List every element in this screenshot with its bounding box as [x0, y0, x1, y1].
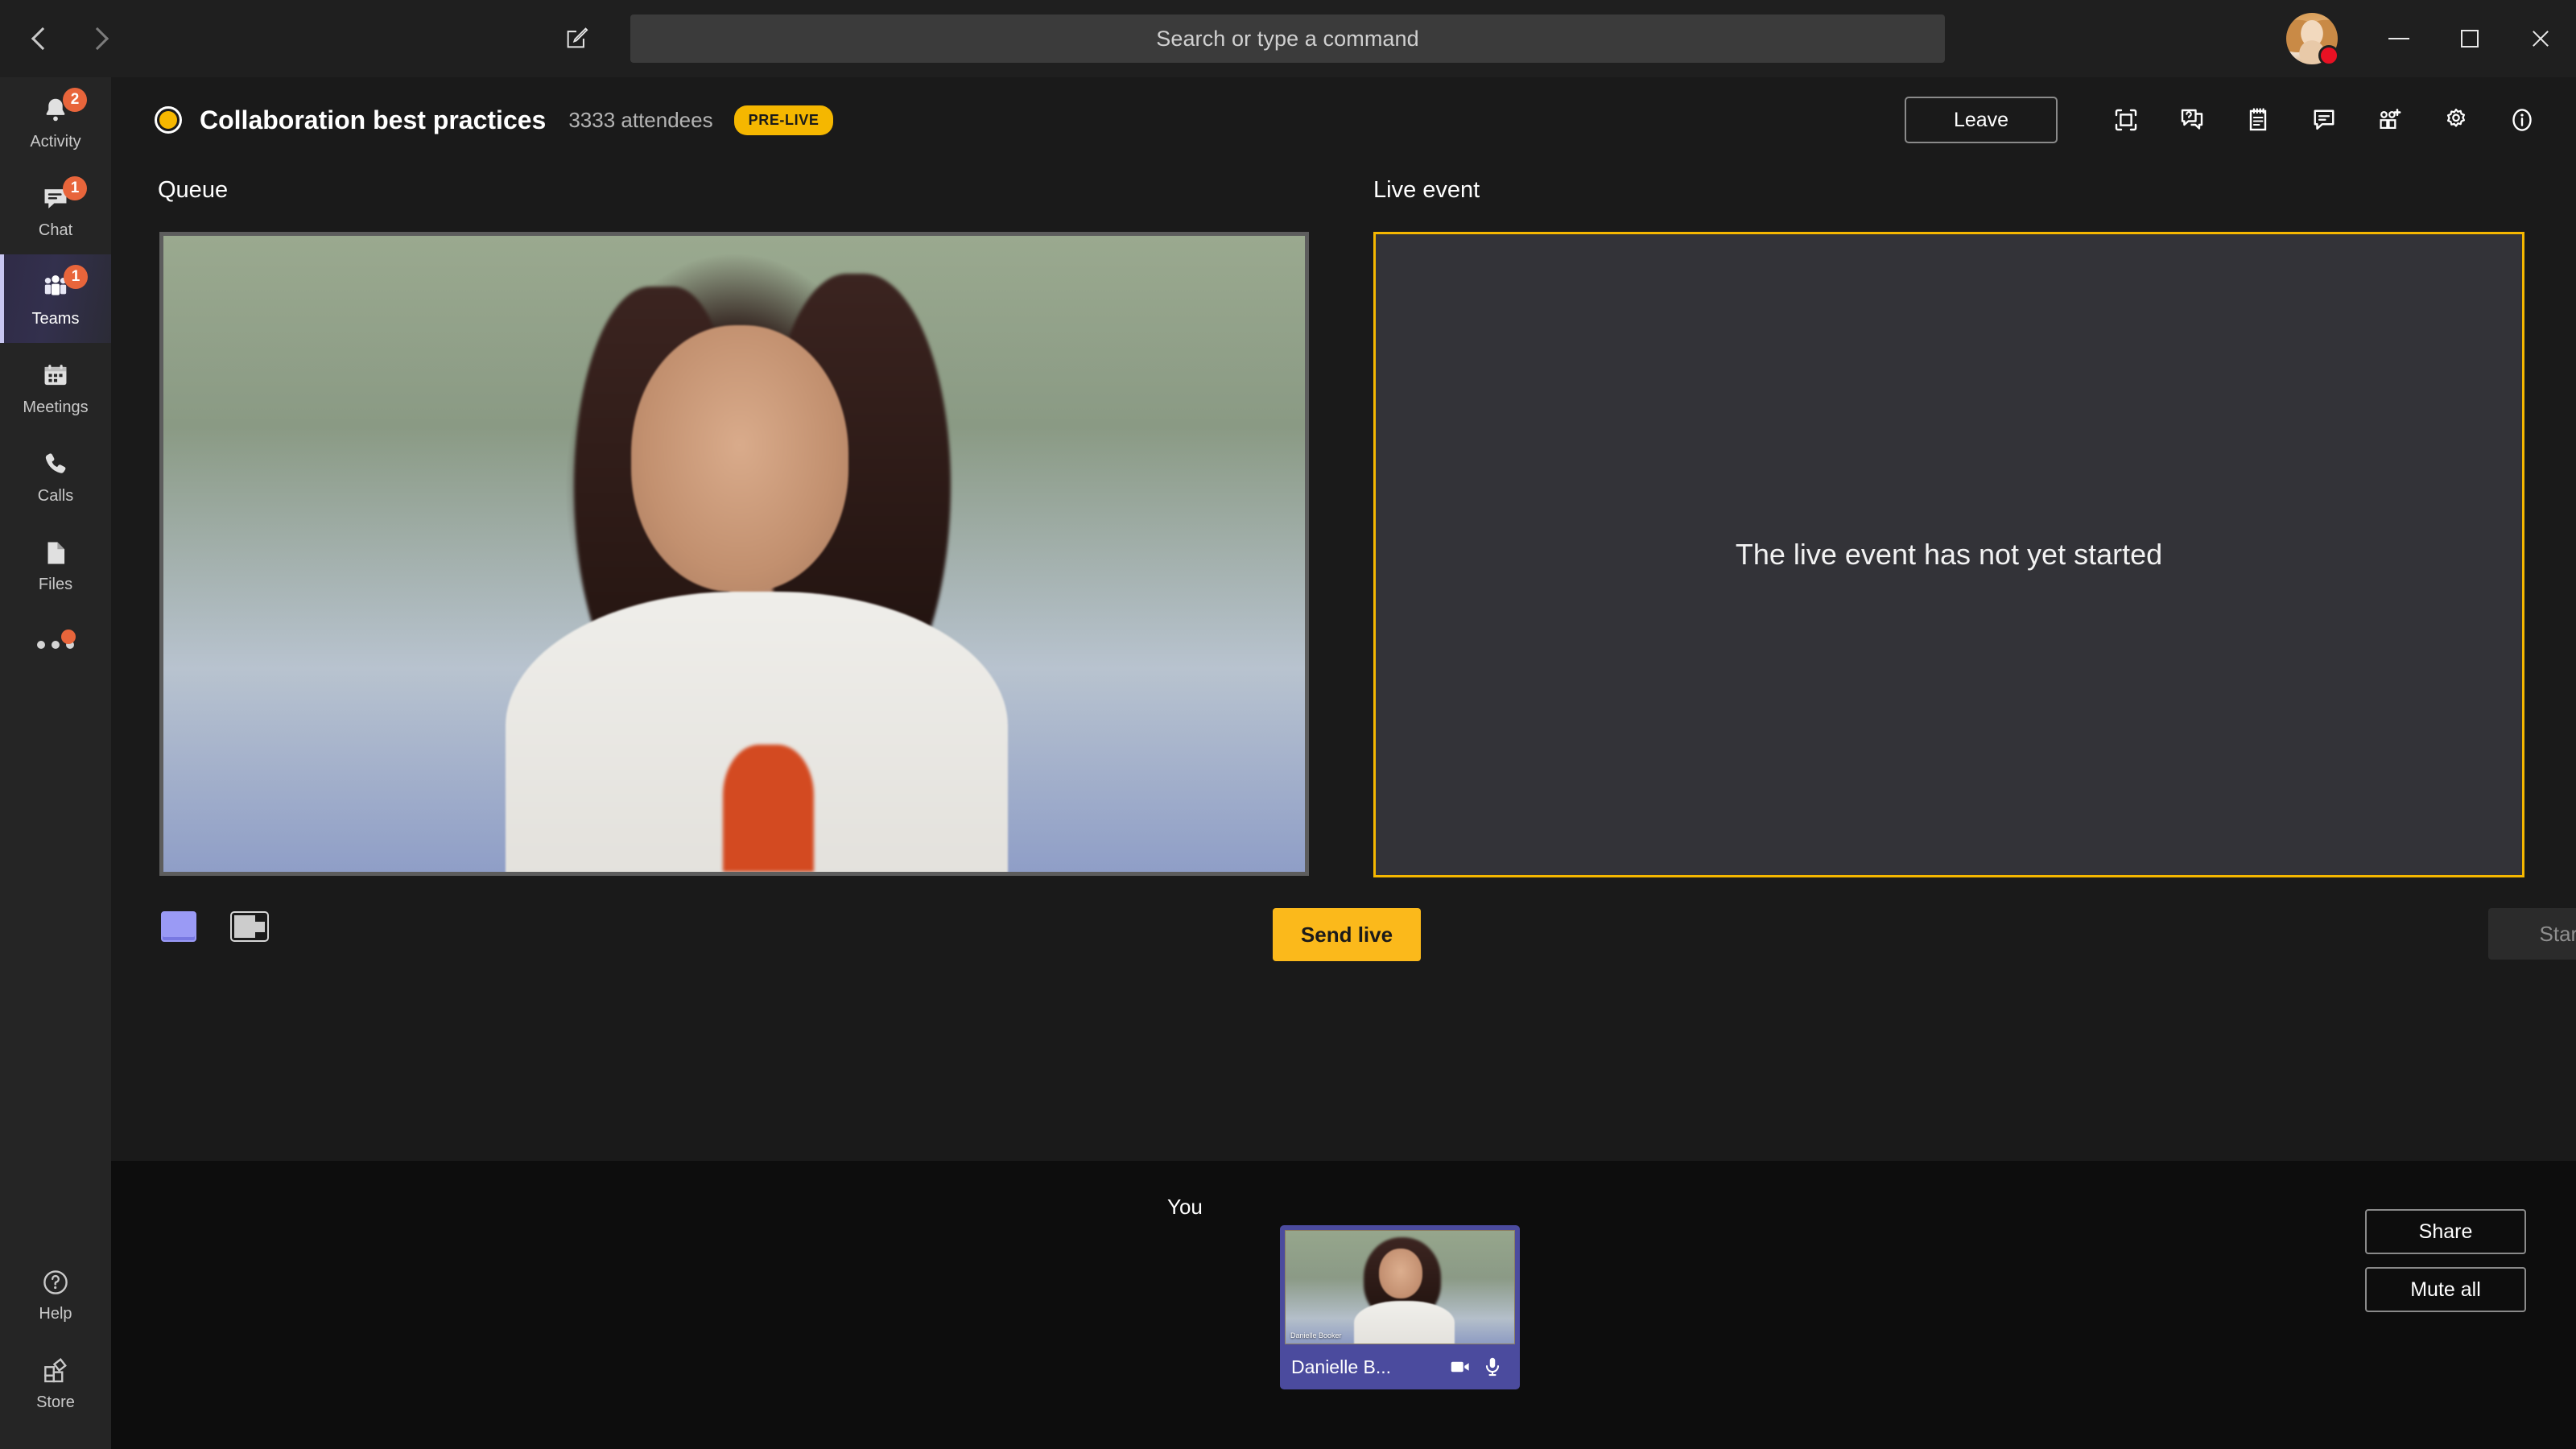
microphone-icon	[1485, 1357, 1500, 1377]
window-controls	[2363, 0, 2576, 77]
queue-video-image	[163, 236, 1305, 872]
chevron-right-icon	[85, 27, 109, 51]
attendee-count: 3333 attendees	[568, 107, 713, 132]
queue-heading: Queue	[158, 177, 229, 203]
sidebar-more-button[interactable]	[0, 609, 111, 681]
camera-toggle-button[interactable]	[1444, 1355, 1476, 1379]
sidebar-item-label: Chat	[38, 221, 73, 239]
sidebar-bottom: Help Store	[0, 1249, 111, 1426]
sidebar-item-label: Files	[38, 575, 73, 593]
sidebar: 2 Activity 1 Chat 1 Teams Meetings Calls…	[0, 77, 111, 1449]
minimize-icon	[2388, 38, 2409, 39]
compose-button[interactable]	[555, 18, 597, 60]
search-placeholder: Search or type a command	[1156, 26, 1419, 51]
self-participant-tile[interactable]: Danielle Booker Danielle B...	[1280, 1225, 1520, 1389]
leave-button[interactable]: Leave	[1905, 97, 2058, 143]
qna-button[interactable]	[2159, 87, 2225, 153]
share-button[interactable]: Share	[2365, 1209, 2526, 1254]
main-stage: Queue Send live Live event The live even…	[111, 163, 2576, 1161]
sidebar-item-calls[interactable]: Calls	[0, 431, 111, 520]
self-tile-bar: Danielle B...	[1280, 1344, 1520, 1389]
sidebar-item-label: Help	[39, 1304, 72, 1323]
conversation-button[interactable]	[2291, 87, 2357, 153]
notes-button[interactable]	[2225, 87, 2291, 153]
layout-options	[161, 911, 269, 942]
compose-icon	[567, 27, 588, 48]
calendar-icon	[40, 358, 71, 394]
settings-button[interactable]	[2423, 87, 2489, 153]
notes-icon	[2249, 108, 2267, 131]
chat-icon: 1	[40, 175, 87, 217]
avatar[interactable]	[2286, 13, 2339, 66]
sidebar-item-store[interactable]: Store	[0, 1338, 111, 1426]
bottom-actions: Share Mute all	[2365, 1209, 2526, 1312]
info-button[interactable]	[2489, 87, 2555, 153]
teams-badge: 1	[64, 264, 88, 289]
sidebar-item-label: Activity	[30, 132, 81, 151]
live-event-heading: Live event	[1373, 177, 1480, 203]
mic-toggle-button[interactable]	[1476, 1355, 1509, 1379]
sidebar-item-label: Meetings	[23, 398, 89, 416]
maximize-button[interactable]	[2434, 0, 2505, 77]
full-screen-button[interactable]	[2093, 87, 2159, 153]
sidebar-item-files[interactable]: Files	[0, 520, 111, 609]
bottom-bar: You Danielle Booker Danielle B... Share …	[111, 1161, 2576, 1449]
phone-icon	[40, 447, 71, 482]
files-icon	[40, 535, 71, 571]
camera-icon	[1451, 1361, 1469, 1373]
layout-single-button[interactable]	[161, 911, 196, 942]
sidebar-item-chat[interactable]: 1 Chat	[0, 166, 111, 254]
qna-icon	[2181, 109, 2203, 130]
live-event-message: The live event has not yet started	[1735, 538, 2163, 571]
gear-icon	[2446, 108, 2466, 127]
sidebar-item-label: Store	[36, 1393, 75, 1411]
sidebar-item-help[interactable]: Help	[0, 1249, 111, 1338]
search-bar[interactable]: Search or type a command	[630, 14, 1945, 63]
event-header: Collaboration best practices 3333 attend…	[111, 77, 2576, 163]
sidebar-item-meetings[interactable]: Meetings	[0, 343, 111, 431]
page-title: Collaboration best practices	[200, 105, 547, 134]
teams-icon: 1	[39, 264, 88, 305]
self-video-thumbnail: Danielle Booker	[1285, 1230, 1515, 1344]
close-button[interactable]	[2505, 0, 2576, 77]
maximize-icon	[2461, 30, 2479, 47]
sidebar-item-teams[interactable]: 1 Teams	[0, 254, 111, 343]
bell-icon: 2	[40, 87, 87, 128]
activity-badge: 2	[63, 87, 87, 112]
add-people-icon	[2380, 109, 2401, 130]
full-screen-icon	[2115, 109, 2137, 131]
info-icon	[2512, 109, 2532, 131]
add-people-button[interactable]	[2357, 87, 2423, 153]
sidebar-item-activity[interactable]: 2 Activity	[0, 77, 111, 166]
chat-badge: 1	[63, 175, 87, 200]
self-video-name-overlay: Danielle Booker	[1290, 1331, 1342, 1340]
mute-all-button[interactable]: Mute all	[2365, 1267, 2526, 1312]
self-participant-name: Danielle B...	[1291, 1356, 1392, 1377]
nav-arrows	[18, 16, 122, 61]
title-bar: Search or type a command	[0, 0, 2576, 77]
chevron-left-icon	[31, 27, 55, 51]
store-icon	[40, 1353, 71, 1389]
queue-video-preview[interactable]	[159, 232, 1309, 876]
minimize-button[interactable]	[2363, 0, 2434, 77]
more-badge-dot	[61, 630, 76, 644]
presence-badge	[2318, 45, 2339, 66]
status-badge: PRE-LIVE	[733, 105, 834, 135]
chat-icon	[2314, 109, 2334, 130]
back-button[interactable]	[18, 16, 63, 61]
sidebar-item-label: Calls	[37, 486, 74, 505]
layout-side-by-side-button[interactable]	[230, 911, 269, 942]
live-status-indicator-icon	[155, 106, 182, 134]
forward-button[interactable]	[77, 16, 122, 61]
close-icon	[2530, 28, 2551, 49]
sidebar-item-label: Teams	[31, 309, 80, 328]
you-label: You	[1167, 1195, 1203, 1219]
send-live-button[interactable]: Send live	[1273, 908, 1421, 961]
start-button[interactable]: Start	[2488, 908, 2576, 960]
live-event-preview: The live event has not yet started	[1373, 232, 2524, 877]
header-actions: Leave	[1905, 77, 2555, 163]
help-icon	[40, 1265, 71, 1300]
